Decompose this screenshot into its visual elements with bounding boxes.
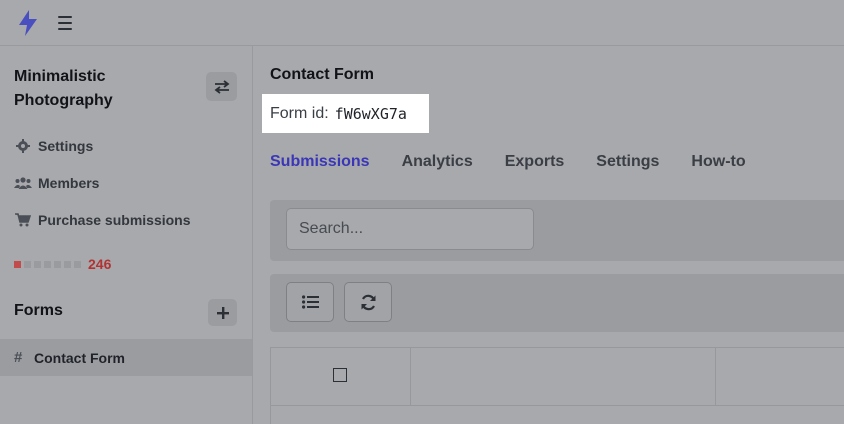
tab-bar: Submissions Analytics Exports Settings H… (270, 153, 778, 171)
tab-settings[interactable]: Settings (596, 153, 659, 171)
form-id-highlight: Form id: fW6wXG7a (262, 94, 429, 133)
page-title: Contact Form (270, 66, 374, 83)
refresh-button[interactable] (344, 282, 392, 322)
usage-segment (64, 260, 71, 268)
sidebar-item-settings[interactable]: Settings (14, 136, 93, 156)
forms-heading: Forms (14, 302, 63, 319)
sidebar-item-purchase-submissions[interactable]: Purchase submissions (14, 210, 191, 230)
project-name: Minimalistic Photography (14, 68, 113, 109)
column-divider (410, 348, 411, 405)
column-divider (715, 348, 716, 405)
usage-segment (14, 260, 21, 268)
sidebar-item-label: Members (38, 175, 100, 191)
main-content: Contact Form Form id: fW6wXG7a Submissio… (253, 46, 844, 424)
usage-segment (24, 260, 31, 268)
form-id-value: fW6wXG7a (334, 104, 407, 123)
hash-icon: # (14, 349, 23, 366)
switch-project-button[interactable] (206, 72, 237, 101)
submissions-toolbar (270, 274, 844, 332)
menu-icon[interactable] (58, 16, 72, 30)
search-input[interactable] (286, 208, 534, 250)
row-divider (271, 405, 844, 406)
lightning-logo-icon[interactable] (17, 10, 39, 36)
usage-segment (44, 260, 51, 268)
submissions-table (270, 347, 844, 424)
usage-count: 246 (88, 256, 112, 272)
sidebar-item-label: Contact Form (34, 349, 125, 366)
swap-arrows-icon (214, 79, 229, 94)
search-panel (270, 200, 844, 261)
usage-segment (54, 260, 61, 268)
top-bar (0, 0, 844, 46)
tab-submissions[interactable]: Submissions (270, 153, 370, 171)
sidebar-item-members[interactable]: Members (14, 173, 99, 193)
sidebar-item-label: Settings (38, 138, 94, 154)
add-form-button[interactable] (208, 299, 237, 326)
usage-meter: 246 (14, 256, 111, 272)
list-icon (301, 295, 319, 309)
sidebar-item-contact-form[interactable]: # Contact Form (0, 339, 252, 376)
usage-segment (34, 260, 41, 268)
sidebar: Minimalistic Photography Settings Member… (0, 46, 253, 424)
sidebar-item-label: Purchase submissions (38, 212, 191, 228)
users-icon (14, 175, 32, 191)
plus-icon (216, 306, 229, 319)
tab-exports[interactable]: Exports (505, 153, 565, 171)
list-view-button[interactable] (286, 282, 334, 322)
refresh-icon (361, 294, 375, 310)
gear-icon (14, 138, 32, 154)
cart-icon (14, 212, 32, 228)
form-id-label: Form id: (270, 104, 329, 122)
tab-how-to[interactable]: How-to (691, 153, 745, 171)
usage-segment (74, 260, 81, 268)
tab-analytics[interactable]: Analytics (402, 153, 473, 171)
select-all-checkbox[interactable] (333, 368, 347, 382)
